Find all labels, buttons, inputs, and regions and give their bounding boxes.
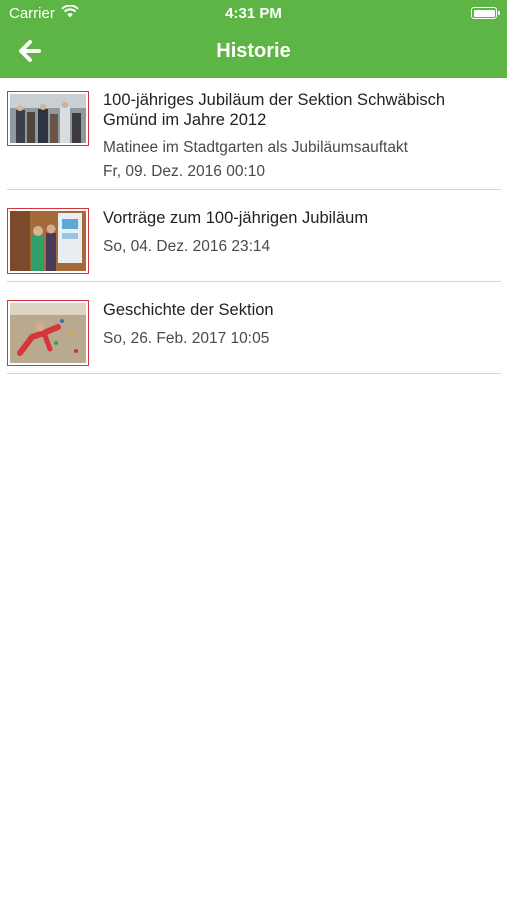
item-title: Geschichte der Sektion xyxy=(103,301,274,319)
item-date: So, 04. Dez. 2016 23:14 xyxy=(103,238,271,255)
page-title: Historie xyxy=(216,40,291,62)
list-item[interactable]: 100-jähriges Jubiläum der Sektion Schwäb… xyxy=(0,79,507,190)
thumbnail-image xyxy=(7,91,89,146)
item-date: Fr, 09. Dez. 2016 00:10 xyxy=(103,163,265,180)
battery-icon xyxy=(471,7,500,19)
thumbnail-image xyxy=(7,208,89,274)
navigation-bar: Historie xyxy=(0,27,507,78)
item-title: 100-jähriges Jubiläum der Sektion Schwäb… xyxy=(103,91,446,129)
status-bar: Carrier 4:31 PM xyxy=(0,0,507,27)
status-time: 4:31 PM xyxy=(225,5,282,22)
thumbnail-image xyxy=(7,300,89,366)
item-subtitle: Matinee im Stadtgarten als Jubiläumsauft… xyxy=(103,139,408,156)
list-item[interactable]: Vorträge zum 100-jährigen Jubiläum So, 0… xyxy=(0,190,507,282)
item-title: Vorträge zum 100-jährigen Jubiläum xyxy=(103,209,369,227)
item-date: So, 26. Feb. 2017 10:05 xyxy=(103,330,270,347)
history-list: 100-jähriges Jubiläum der Sektion Schwäb… xyxy=(0,79,507,374)
list-item[interactable]: Geschichte der Sektion So, 26. Feb. 2017… xyxy=(0,282,507,374)
